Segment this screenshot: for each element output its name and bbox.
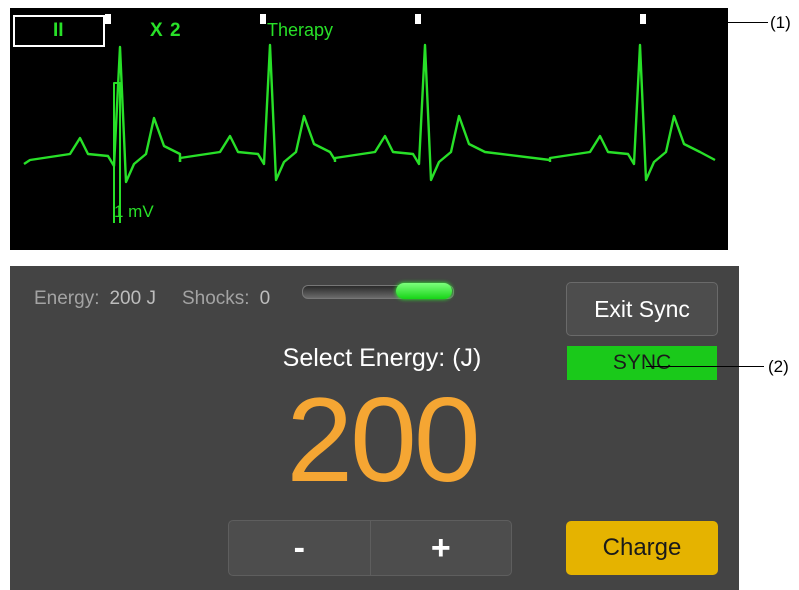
ecg-beat-trace [23,45,182,184]
energy-stepper: - + [228,520,512,576]
ecg-beat-trace [548,43,716,182]
therapy-mode-label: Therapy [267,20,334,40]
ecg-waveform-panel: II X 2 Therapy 1 mV [10,8,728,250]
charge-button[interactable]: Charge [566,521,718,575]
callout-line-2 [646,366,764,367]
callout-label-2: (2) [768,357,789,376]
sync-marker [260,14,266,24]
shocks-stat: Shocks: 0 [182,288,270,310]
lead-label: II [53,20,64,41]
callout-line-1 [646,22,768,23]
sync-status-badge: SYNC [567,346,717,380]
sync-marker [105,14,111,24]
ecg-beat-trace [178,43,337,182]
shocks-stat-value: 0 [259,288,271,309]
energy-stat: Energy: 200 J [34,288,156,310]
status-indicator-light [396,283,452,299]
energy-stat-value: 200 J [109,288,156,309]
ecg-beat-trace [333,43,551,182]
energy-stat-label: Energy: [34,288,100,309]
select-energy-label: Select Energy: (J) [282,344,482,372]
calibration-label: 1 mV [114,202,154,221]
decrease-energy-button[interactable]: - [229,521,370,575]
defib-panel: Energy: 200 J Shocks: 0 Select Energy: (J)… [10,266,739,590]
callout-label-1: (1) [770,13,791,32]
sync-marker [415,14,421,24]
increase-energy-button[interactable]: + [369,521,512,575]
selected-energy-value: 200 [286,373,480,507]
gain-label[interactable]: X 2 [150,20,182,42]
exit-sync-button[interactable]: Exit Sync [566,282,718,336]
shocks-stat-label: Shocks: [182,288,250,309]
lead-selector[interactable]: II [13,15,105,47]
